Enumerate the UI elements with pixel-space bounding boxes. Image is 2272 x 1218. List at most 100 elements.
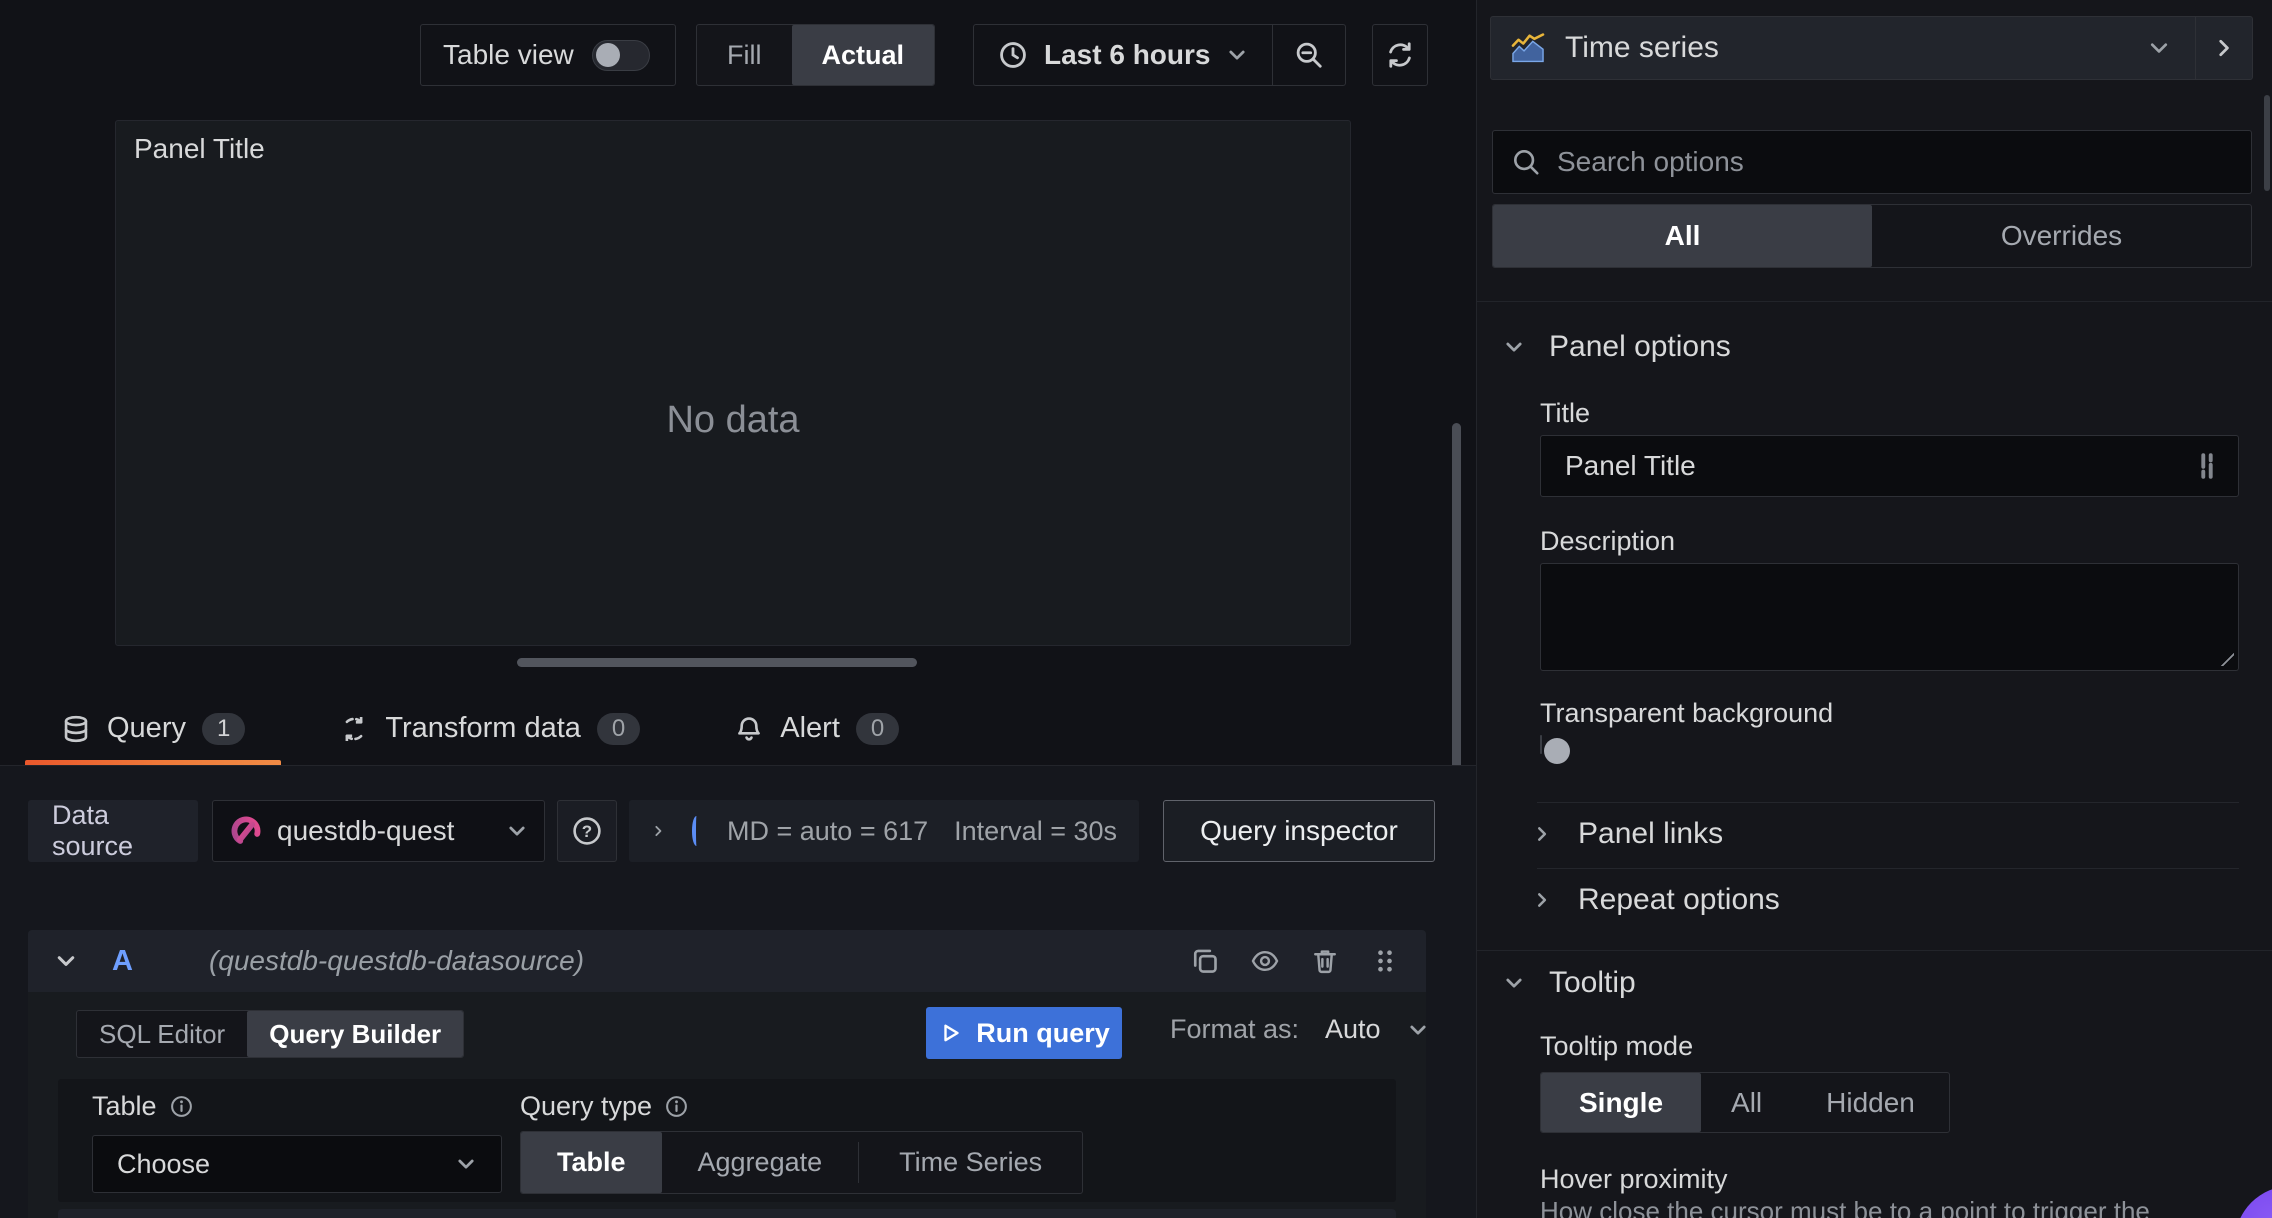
tooltip-mode-single[interactable]: Single (1541, 1073, 1702, 1132)
zoom-out-icon (1297, 42, 1323, 68)
delete-query-trash-icon[interactable] (1310, 946, 1340, 976)
query-type-aggregate[interactable]: Aggregate (662, 1132, 859, 1193)
editor-tabs: Query 1 Transform data 0 Alert 0 (25, 698, 935, 767)
options-search-input[interactable] (1555, 145, 2233, 179)
tab-transform-badge: 0 (596, 712, 641, 745)
actual-option[interactable]: Actual (791, 25, 935, 85)
tooltip-title: Tooltip (1549, 966, 1636, 999)
drag-handle-icon[interactable] (1370, 946, 1400, 976)
chevron-down-icon[interactable] (1407, 1019, 1429, 1041)
query-datasource-note: (questdb-questdb-datasource) (208, 945, 585, 976)
collapse-options-pane-button[interactable] (2196, 17, 2252, 79)
format-as-value[interactable]: Auto (1325, 1014, 1381, 1045)
repeat-options-section[interactable]: Repeat options (1532, 883, 1780, 917)
filter-all[interactable]: All (1493, 205, 1872, 267)
vertical-scrollbar[interactable] (1452, 423, 1461, 801)
toggle-knob (595, 42, 620, 67)
resize-grip-icon[interactable] (2216, 648, 2234, 666)
duplicate-query-icon[interactable] (1190, 946, 1220, 976)
hover-proximity-label: Hover proximity (1540, 1164, 1728, 1194)
tooltip-mode-label: Tooltip mode (1540, 1031, 1694, 1061)
query-type-time-series[interactable]: Time Series (859, 1132, 1082, 1193)
tooltip-section-header[interactable]: Tooltip (1503, 966, 1636, 1000)
table-field-label: Table (92, 1091, 194, 1122)
tooltip-mode-group: Single All Hidden (1540, 1072, 1950, 1133)
tooltip-mode-hidden[interactable]: Hidden (1792, 1073, 1949, 1132)
query-inspector-button[interactable]: Query inspector (1163, 800, 1435, 862)
clock-icon (1000, 42, 1026, 68)
refresh-button[interactable] (1372, 24, 1428, 86)
table-view-label: Table view (443, 39, 574, 70)
grafana-panel-editor: Table view Fill Actual Last 6 hours Pane… (0, 0, 2272, 1218)
run-query-button[interactable]: Run query (926, 1007, 1122, 1059)
query-options-summary[interactable]: MD = auto = 617 Interval = 30s (629, 800, 1139, 862)
fill-option[interactable]: Fill (697, 25, 791, 85)
options-filter-group: All Overrides (1492, 204, 2252, 268)
options-scrollbar[interactable] (2264, 95, 2270, 191)
tab-query-label: Query (107, 712, 186, 744)
svg-text:?: ? (582, 822, 592, 841)
chevron-right-icon (2219, 39, 2229, 57)
info-circle-icon (170, 1096, 192, 1117)
panel-links-section[interactable]: Panel links (1532, 817, 1723, 851)
chevron-right-icon (655, 825, 662, 837)
filter-overrides[interactable]: Overrides (1872, 205, 2251, 267)
help-fab-partial[interactable] (2235, 1186, 2272, 1218)
tab-query[interactable]: Query 1 (25, 698, 282, 767)
horizontal-scrollbar[interactable] (517, 658, 917, 667)
query-ref-id: A (112, 944, 133, 977)
panel-preview-title[interactable]: Panel Title (134, 133, 265, 165)
next-builder-row-partial (58, 1209, 1396, 1218)
timeseries-chart-icon (1511, 33, 1545, 63)
tab-alert[interactable]: Alert 0 (698, 698, 935, 767)
sql-editor-option[interactable]: SQL Editor (77, 1011, 247, 1057)
panel-preview: Panel Title No data (115, 120, 1351, 646)
chevron-down-icon (57, 956, 75, 966)
title-field-label: Title (1540, 398, 1591, 428)
divider (1477, 301, 2272, 302)
query-row-header[interactable]: A (questdb-questdb-datasource) (28, 930, 1426, 992)
query-type-table[interactable]: Table (521, 1132, 662, 1193)
transparent-background-label: Transparent background (1540, 698, 1834, 728)
help-circle-icon: ? (573, 817, 601, 845)
data-source-name: questdb-quest (277, 815, 455, 846)
play-icon (944, 1024, 959, 1042)
info-circle-icon (666, 1096, 687, 1117)
time-picker: Last 6 hours (973, 24, 1347, 86)
repeat-options-label: Repeat options (1578, 883, 1780, 916)
chevron-right-icon (1538, 827, 1547, 841)
tab-query-badge: 1 (201, 712, 246, 745)
time-range-button[interactable]: Last 6 hours (974, 25, 1272, 85)
visualization-picker[interactable]: Time series (1490, 16, 2253, 80)
chevron-down-icon (509, 826, 525, 836)
table-view-control: Table view (420, 24, 676, 86)
editor-mode-group: SQL Editor Query Builder (76, 1010, 465, 1058)
table-view-toggle[interactable] (591, 39, 650, 71)
panel-links-label: Panel links (1578, 817, 1724, 850)
no-data-message: No data (666, 399, 800, 441)
table-select[interactable]: Choose (92, 1135, 502, 1193)
field-suggestion-icon[interactable] (2194, 451, 2220, 481)
format-as-label: Format as: (1170, 1014, 1300, 1044)
panel-options-section-header[interactable]: Panel options (1503, 330, 1731, 364)
hide-query-eye-icon[interactable] (1250, 946, 1280, 976)
tab-transform-data[interactable]: Transform data 0 (303, 698, 676, 767)
query-builder-option[interactable]: Query Builder (247, 1011, 464, 1057)
query-type-field-label: Query type (520, 1091, 689, 1122)
datasource-help-button[interactable]: ? (557, 800, 617, 862)
panel-description-textarea[interactable] (1540, 563, 2239, 671)
chevron-down-icon (2150, 43, 2168, 53)
zoom-out-time-button[interactable] (1273, 25, 1345, 85)
query-inspector-label: Query inspector (1200, 815, 1398, 846)
tab-alert-badge: 0 (855, 712, 900, 745)
tooltip-mode-all[interactable]: All (1701, 1073, 1792, 1132)
panel-title-input[interactable] (1563, 449, 2194, 483)
query-type-label-text: Query type (520, 1091, 653, 1121)
spinner-fragment (691, 816, 701, 846)
format-as-control: Format as: Auto (1170, 1014, 1429, 1045)
transparent-background-toggle[interactable] (1540, 735, 1570, 764)
query-type-group: Table Aggregate Time Series (520, 1131, 1084, 1194)
data-source-picker[interactable]: questdb-quest (212, 800, 545, 862)
divider (1537, 802, 2239, 803)
options-search (1492, 130, 2252, 194)
